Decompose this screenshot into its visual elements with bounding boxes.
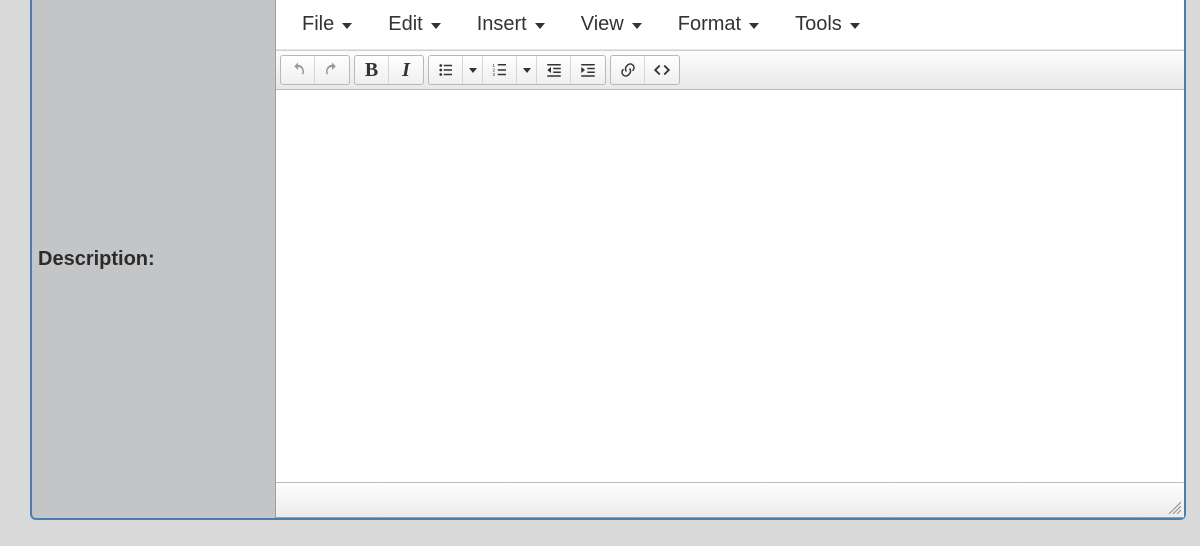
- bullet-list-button[interactable]: [429, 56, 463, 84]
- bold-button[interactable]: B: [355, 56, 389, 84]
- chevron-down-icon: [850, 23, 860, 29]
- bullet-list-icon: [437, 61, 455, 79]
- outdent-icon: [545, 61, 563, 79]
- editor-statusbar: [276, 483, 1184, 517]
- chevron-down-icon: [523, 68, 531, 73]
- chevron-down-icon: [535, 23, 545, 29]
- numbered-list-dropdown[interactable]: [517, 56, 537, 84]
- code-icon: [653, 61, 671, 79]
- redo-button[interactable]: [315, 56, 349, 84]
- editor-toolbar: B I 1 2 3: [276, 50, 1184, 90]
- undo-button[interactable]: [281, 56, 315, 84]
- menu-tools-label: Tools: [795, 13, 842, 36]
- list-indent-group: 1 2 3: [428, 55, 606, 85]
- rich-text-editor: File Edit Insert View Format Tools: [275, 0, 1184, 518]
- chevron-down-icon: [431, 23, 441, 29]
- menu-edit[interactable]: Edit: [384, 9, 444, 40]
- form-panel: Description: File Edit Insert View Forma…: [30, 0, 1186, 520]
- link-icon: [619, 61, 637, 79]
- undo-icon: [289, 61, 307, 79]
- indent-button[interactable]: [571, 56, 605, 84]
- menu-edit-label: Edit: [388, 13, 422, 36]
- chevron-down-icon: [342, 23, 352, 29]
- link-button[interactable]: [611, 56, 645, 84]
- description-label: Description:: [38, 248, 155, 271]
- numbered-list-icon: 1 2 3: [491, 61, 509, 79]
- menu-view-label: View: [581, 13, 624, 36]
- menu-view[interactable]: View: [577, 9, 646, 40]
- numbered-list-button[interactable]: 1 2 3: [483, 56, 517, 84]
- menu-file-label: File: [302, 13, 334, 36]
- menu-format[interactable]: Format: [674, 9, 763, 40]
- label-column: Description:: [32, 0, 275, 518]
- redo-icon: [323, 61, 341, 79]
- menu-insert[interactable]: Insert: [473, 9, 549, 40]
- menu-tools[interactable]: Tools: [791, 9, 864, 40]
- insert-group: [610, 55, 680, 85]
- text-style-group: B I: [354, 55, 424, 85]
- history-group: [280, 55, 350, 85]
- menu-file[interactable]: File: [298, 9, 356, 40]
- chevron-down-icon: [749, 23, 759, 29]
- bullet-list-dropdown[interactable]: [463, 56, 483, 84]
- italic-button[interactable]: I: [389, 56, 423, 84]
- chevron-down-icon: [632, 23, 642, 29]
- outdent-button[interactable]: [537, 56, 571, 84]
- editor-content-area[interactable]: [276, 90, 1184, 483]
- editor-menubar: File Edit Insert View Format Tools: [276, 0, 1184, 50]
- menu-insert-label: Insert: [477, 13, 527, 36]
- source-code-button[interactable]: [645, 56, 679, 84]
- resize-grip-icon[interactable]: [1167, 500, 1181, 514]
- chevron-down-icon: [469, 68, 477, 73]
- svg-text:3: 3: [492, 72, 495, 77]
- indent-icon: [579, 61, 597, 79]
- menu-format-label: Format: [678, 13, 741, 36]
